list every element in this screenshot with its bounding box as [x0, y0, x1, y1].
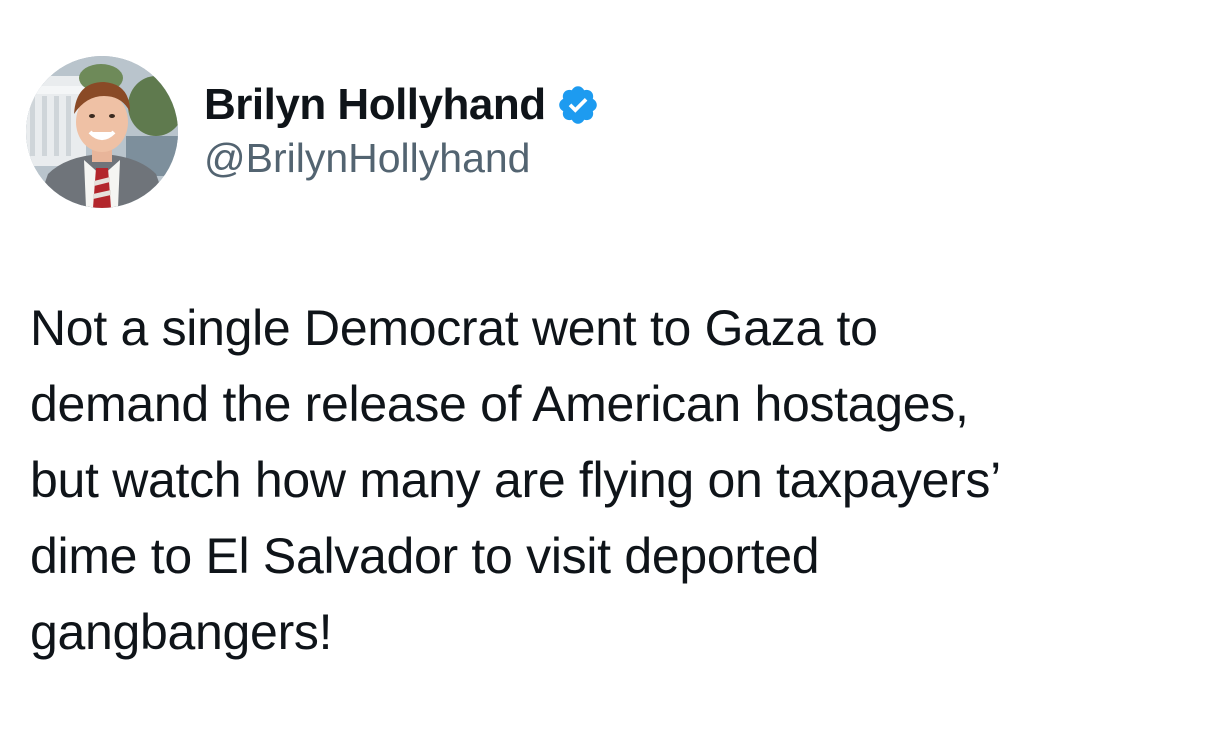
- avatar[interactable]: [26, 56, 178, 208]
- verified-badge-icon[interactable]: [556, 83, 600, 127]
- author-handle[interactable]: @BrilynHollyhand: [204, 135, 600, 182]
- display-name[interactable]: Brilyn Hollyhand: [204, 80, 546, 130]
- name-row: Brilyn Hollyhand: [204, 77, 600, 133]
- profile-photo-icon: [26, 56, 178, 208]
- tweet-card: Brilyn Hollyhand @BrilynHollyhand Not a …: [0, 0, 1205, 740]
- tweet-text: Not a single Democrat went to Gaza to de…: [30, 300, 1001, 660]
- author-identity: Brilyn Hollyhand @BrilynHollyhand: [204, 77, 600, 182]
- tweet-header: Brilyn Hollyhand @BrilynHollyhand: [26, 56, 600, 208]
